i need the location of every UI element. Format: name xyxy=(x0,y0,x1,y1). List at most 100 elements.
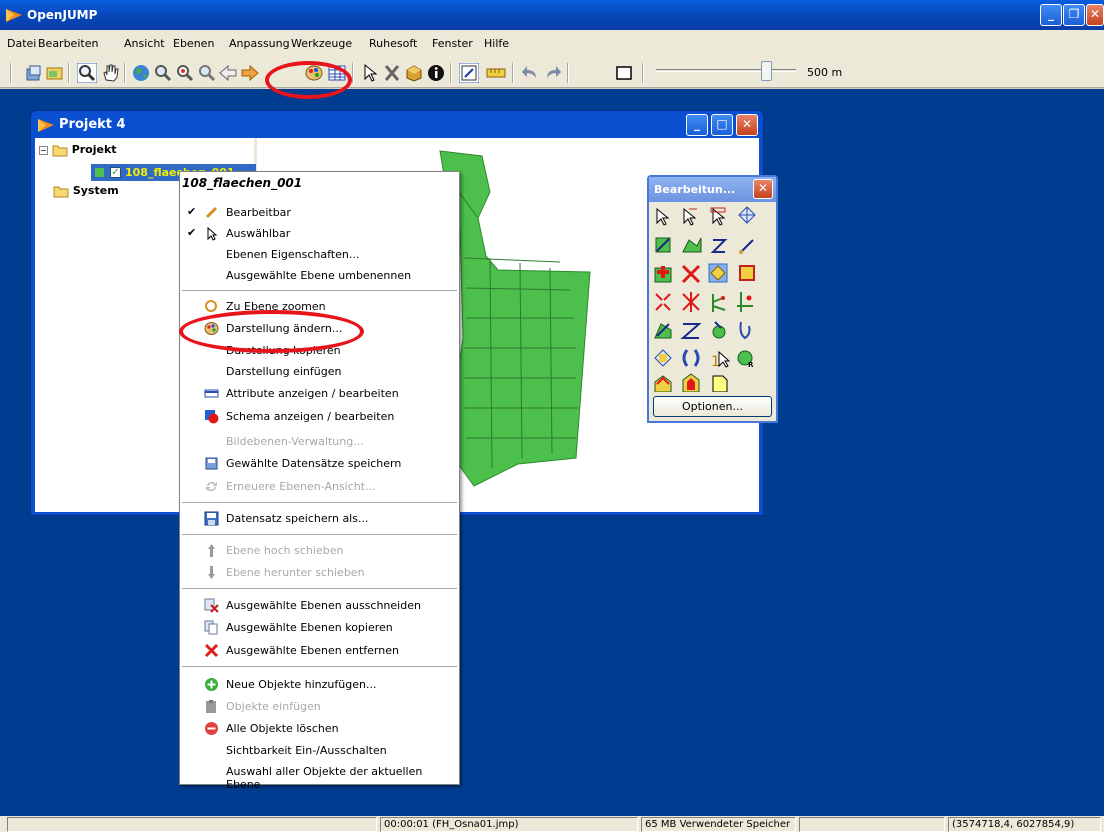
menu-item-bildebenen-verwaltung[interactable]: Bildebenen-Verwaltung... xyxy=(180,431,459,452)
pencil-icon xyxy=(205,206,218,219)
menu-item-attribute[interactable]: Attribute anzeigen / bearbeiten xyxy=(180,383,459,404)
project-maximize-button[interactable]: □ xyxy=(711,114,733,136)
zoom-previous-icon[interactable] xyxy=(153,63,173,83)
menu-item-erneuere-ansicht[interactable]: Erneuere Ebenen-Ansicht... xyxy=(180,476,459,497)
project-minimize-button[interactable]: _ xyxy=(686,114,708,136)
measure-ruler-icon[interactable] xyxy=(486,63,506,83)
menu-label: Ausgewählte Ebenen kopieren xyxy=(226,621,393,634)
menu-item-ebene-umbenennen[interactable]: Ausgewählte Ebene umbenennen xyxy=(180,265,459,286)
status-coordinates: (3574718,4, 6027854,9) xyxy=(948,817,1101,832)
status-bar: 00:00:01 (FH_Osna01.jmp) 65 MB Verwendet… xyxy=(0,816,1104,832)
zoom-tool-icon[interactable] xyxy=(77,63,97,83)
menu-label: Ebenen Eigenschaften... xyxy=(226,248,360,261)
menu-label: Neue Objekte hinzufügen... xyxy=(226,678,377,691)
editing-toolbox-titlebar[interactable]: Bearbeitun... ✕ xyxy=(649,177,776,202)
menu-anpassung[interactable]: Anpassung xyxy=(229,37,290,50)
menu-item-bearbeitbar[interactable]: ✔ Bearbeitbar xyxy=(180,202,459,223)
menu-datei[interactable]: Datei xyxy=(7,37,36,50)
toolbox-close-button[interactable]: ✕ xyxy=(753,179,773,199)
project-window-title: Projekt 4 xyxy=(59,117,126,132)
zoom-selected-icon[interactable] xyxy=(175,63,195,83)
menu-ebenen[interactable]: Ebenen xyxy=(173,37,214,50)
tree-node-projekt[interactable]: − Projekt xyxy=(39,143,117,157)
redo-arrow-icon[interactable] xyxy=(543,63,563,83)
menu-ansicht[interactable]: Ansicht xyxy=(124,37,165,50)
status-field-empty xyxy=(7,817,377,832)
menu-item-darstellung-einfuegen[interactable]: Darstellung einfügen xyxy=(180,361,459,382)
menu-label: Erneuere Ebenen-Ansicht... xyxy=(226,480,376,493)
app-title-bar[interactable]: OpenJUMP _ ❐ ✕ xyxy=(0,0,1104,30)
menu-ruhesoft[interactable]: Ruhesoft xyxy=(369,37,417,50)
frame-icon[interactable] xyxy=(614,63,634,83)
pan-right-arrow-icon[interactable] xyxy=(240,63,260,83)
tree-label-projekt: Projekt xyxy=(71,143,117,156)
undo-arrow-icon[interactable] xyxy=(520,63,540,83)
new-category-icon[interactable] xyxy=(24,63,44,83)
menu-item-sichtbarkeit[interactable]: Sichtbarkeit Ein-/Ausschalten xyxy=(180,740,459,761)
menu-item-ebene-hoch[interactable]: Ebene hoch schieben xyxy=(180,540,459,561)
menu-label: Ausgewählte Ebenen entfernen xyxy=(226,644,399,657)
menu-item-objekte-einfuegen[interactable]: Objekte einfügen xyxy=(180,696,459,717)
menu-item-datensatz-speichern-als[interactable]: Datensatz speichern als... xyxy=(180,508,459,529)
pan-hand-icon[interactable] xyxy=(100,63,120,83)
layer-visible-checkbox[interactable]: ✓ xyxy=(110,167,121,178)
layer-context-menu: 108_flaechen_001 ✔ Bearbeitbar ✔ Auswähl… xyxy=(179,171,460,791)
select-features-icon[interactable] xyxy=(360,63,380,83)
menu-label: Bildebenen-Verwaltung... xyxy=(226,435,364,448)
editing-toolbox[interactable]: Bearbeitun... ✕ 1 R Optionen... xyxy=(647,175,778,423)
new-layer-icon[interactable] xyxy=(45,63,65,83)
delete-x-icon xyxy=(204,643,219,658)
status-field-empty-2 xyxy=(799,817,945,832)
menu-item-neue-objekte[interactable]: Neue Objekte hinzufügen... xyxy=(180,674,459,695)
collapse-toggle-icon[interactable]: − xyxy=(39,145,48,155)
paste-icon xyxy=(206,700,216,713)
menu-item-ebenen-eigenschaften[interactable]: Ebenen Eigenschaften... xyxy=(180,244,459,265)
info-icon[interactable] xyxy=(426,63,446,83)
check-mark-icon: ✔ xyxy=(187,205,197,218)
menu-werkzeuge[interactable]: Werkzeuge xyxy=(291,37,352,50)
menu-item-ebenen-kopieren[interactable]: Ausgewählte Ebenen kopieren xyxy=(180,617,459,638)
menu-item-auswaehlbar[interactable]: ✔ Auswählbar xyxy=(180,223,459,244)
project-close-button[interactable]: ✕ xyxy=(736,114,758,136)
menu-item-ebenen-entfernen[interactable]: Ausgewählte Ebenen entfernen xyxy=(180,640,459,661)
menu-item-ebene-herunter[interactable]: Ebene herunter schieben xyxy=(180,562,459,583)
menu-item-alle-objekte-loeschen[interactable]: Alle Objekte löschen xyxy=(180,718,459,739)
menu-hilfe[interactable]: Hilfe xyxy=(484,37,509,50)
menu-label: Ausgewählte Ebene umbenennen xyxy=(226,269,412,282)
menu-bearbeiten[interactable]: Bearbeiten xyxy=(38,37,98,50)
arrow-pointer-icon xyxy=(207,226,218,241)
zoom-full-extent-icon[interactable] xyxy=(131,63,151,83)
scale-label: 500 m xyxy=(807,66,843,79)
menubar: Datei Bearbeiten Ansicht Ebenen Anpassun… xyxy=(0,30,1104,58)
zoom-slider-track[interactable] xyxy=(656,69,796,72)
check-mark-icon: ✔ xyxy=(187,226,197,239)
arrow-up-icon xyxy=(208,544,215,557)
zoom-slider-thumb[interactable] xyxy=(761,61,772,81)
svg-text:R: R xyxy=(748,361,754,369)
minimize-button[interactable]: _ xyxy=(1040,4,1062,26)
tree-node-system[interactable]: System xyxy=(53,184,119,198)
menu-item-ebenen-ausschneiden[interactable]: Ausgewählte Ebenen ausschneiden xyxy=(180,595,459,616)
menu-item-datensaetze-speichern[interactable]: Gewählte Datensätze speichern xyxy=(180,453,459,474)
zoom-next-icon[interactable] xyxy=(197,63,217,83)
restore-button[interactable]: ❐ xyxy=(1063,4,1085,26)
close-button[interactable]: ✕ xyxy=(1086,4,1104,26)
copy-icon xyxy=(204,620,218,635)
edit-toolbox-icon[interactable] xyxy=(459,63,479,83)
menu-label: Auswählbar xyxy=(226,227,291,240)
menu-label: Objekte einfügen xyxy=(226,700,321,713)
save-selected-icon xyxy=(205,457,218,470)
menu-fenster[interactable]: Fenster xyxy=(432,37,473,50)
menu-label: Ebene herunter schieben xyxy=(226,566,365,579)
menu-item-schema[interactable]: Schema anzeigen / bearbeiten xyxy=(180,406,459,427)
context-menu-title: 108_flaechen_001 xyxy=(182,176,303,190)
box-icon[interactable] xyxy=(404,63,424,83)
pan-left-arrow-icon[interactable] xyxy=(218,63,238,83)
editing-tools-grid: 1 R xyxy=(654,206,756,392)
cut-features-icon[interactable] xyxy=(382,63,402,83)
options-button[interactable]: Optionen... xyxy=(653,396,772,417)
floppy-icon xyxy=(204,511,219,526)
highlight-ring-toolbar xyxy=(265,61,352,99)
table-icon xyxy=(204,389,219,398)
menu-item-auswahl-aller-objekte[interactable]: Auswahl aller Objekte der aktuellen Eben… xyxy=(180,761,459,791)
